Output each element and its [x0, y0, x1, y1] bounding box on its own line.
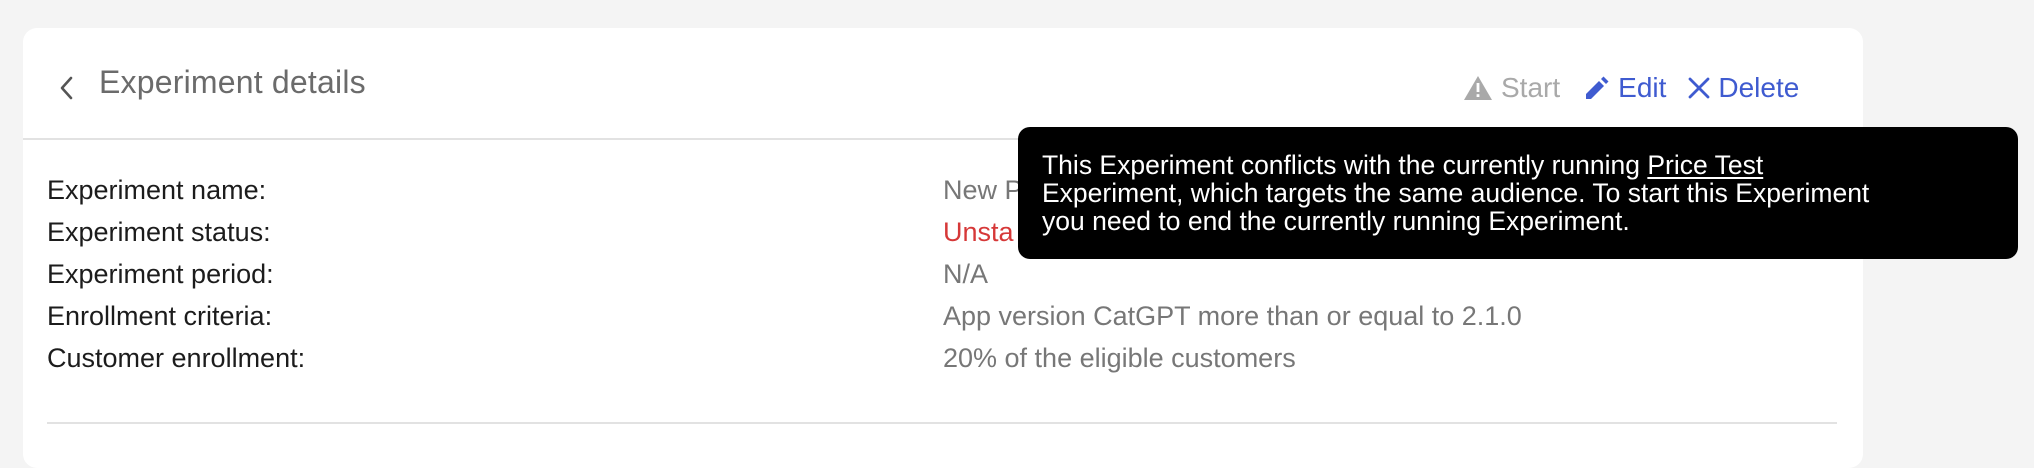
chevron-left-icon[interactable] — [47, 68, 87, 108]
pencil-icon — [1584, 75, 1610, 101]
conflict-tooltip: This Experiment conflicts with the curre… — [1018, 127, 2018, 259]
start-button[interactable]: Start — [1463, 72, 1560, 104]
delete-button-label: Delete — [1718, 72, 1800, 103]
detail-value: 20% of the eligible customers — [943, 343, 1296, 373]
detail-label: Experiment name: — [47, 175, 267, 205]
detail-row-customer-enrollment: Customer enrollment: 20% of the eligible… — [47, 338, 1857, 380]
close-icon — [1688, 77, 1710, 99]
detail-value: App version CatGPT more than or equal to… — [943, 301, 1522, 331]
header-actions: Start Edit Delete — [1463, 68, 1799, 108]
page-title: Experiment details — [99, 64, 366, 100]
card-header: Experiment details Start Edit Delete — [23, 28, 1863, 140]
detail-label: Customer enrollment: — [47, 343, 306, 373]
section-divider — [47, 422, 1837, 424]
detail-label: Experiment period: — [47, 259, 274, 289]
price-test-link[interactable]: Price Test — [1647, 150, 1763, 180]
detail-row-experiment-period: Experiment period: N/A — [47, 254, 1857, 296]
status-value: Unsta — [943, 217, 1014, 247]
detail-value: N/A — [943, 259, 989, 289]
start-button-label: Start — [1501, 72, 1561, 103]
tooltip-line-3: you need to end the currently running Ex… — [1042, 206, 1630, 236]
delete-button[interactable]: Delete — [1688, 72, 1799, 104]
warning-icon — [1463, 75, 1493, 101]
tooltip-line-1: This Experiment conflicts with the curre… — [1042, 151, 1994, 179]
tooltip-text-prefix: This Experiment conflicts with the curre… — [1042, 150, 1648, 180]
detail-label: Experiment status: — [47, 217, 271, 247]
tooltip-line-2: Experiment, which targets the same audie… — [1042, 178, 1870, 208]
detail-row-enrollment-criteria: Enrollment criteria: App version CatGPT … — [47, 296, 1857, 338]
edit-button[interactable]: Edit — [1584, 72, 1666, 104]
detail-value: New P — [943, 175, 1023, 205]
detail-label: Enrollment criteria: — [47, 301, 273, 331]
edit-button-label: Edit — [1618, 72, 1667, 103]
